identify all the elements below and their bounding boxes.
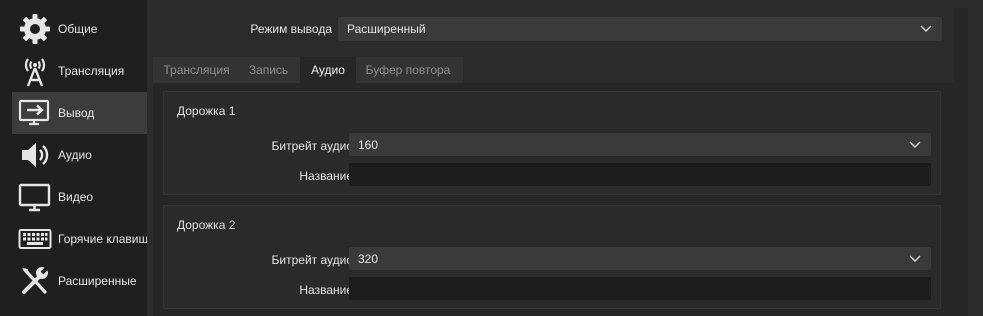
track-2-bitrate-select[interactable]: 320 bbox=[349, 247, 931, 270]
tab-stream[interactable]: Трансляция bbox=[153, 57, 240, 83]
antenna-icon bbox=[18, 54, 52, 88]
keyboard-icon bbox=[18, 222, 52, 256]
sidebar-item-general[interactable]: Общие bbox=[12, 8, 147, 50]
track-1-title: Дорожка 1 bbox=[177, 104, 236, 118]
sidebar-item-label: Вывод bbox=[58, 106, 95, 120]
output-mode-select[interactable]: Расширенный bbox=[338, 17, 942, 41]
tab-audio[interactable]: Аудио bbox=[300, 57, 356, 83]
track-2-name-input[interactable] bbox=[349, 277, 931, 300]
sidebar-item-label: Расширенные bbox=[58, 274, 137, 288]
track-2-group: Дорожка 2 Битрейт аудио 320 Название bbox=[163, 205, 941, 309]
chevron-down-icon bbox=[909, 252, 921, 266]
scrollbar-track[interactable] bbox=[954, 8, 968, 316]
tab-recording[interactable]: Запись bbox=[240, 57, 297, 83]
sidebar-item-output[interactable]: Вывод bbox=[12, 92, 147, 134]
track-1-name-input[interactable] bbox=[349, 163, 931, 186]
sidebar-item-label: Горячие клавиши bbox=[58, 232, 147, 246]
sidebar-item-video[interactable]: Видео bbox=[12, 176, 147, 218]
track-1-bitrate-value: 160 bbox=[358, 137, 379, 152]
chevron-down-icon bbox=[909, 138, 921, 152]
sidebar-item-advanced[interactable]: Расширенные bbox=[12, 260, 147, 302]
output-tabs: Трансляция Запись Аудио Буфер повтора bbox=[153, 57, 463, 83]
sidebar-item-label: Трансляция bbox=[58, 64, 125, 78]
monitor-icon bbox=[18, 180, 52, 214]
track-1-bitrate-select[interactable]: 160 bbox=[349, 133, 931, 156]
sidebar-item-label: Аудио bbox=[58, 148, 92, 162]
wrench-screwdriver-icon bbox=[18, 264, 52, 298]
sidebar-item-hotkeys[interactable]: Горячие клавиши bbox=[12, 218, 147, 260]
track-2-title: Дорожка 2 bbox=[177, 218, 236, 232]
speaker-icon bbox=[18, 138, 52, 172]
output-monitor-icon bbox=[18, 96, 52, 130]
track-2-bitrate-label: Битрейт аудио bbox=[271, 253, 353, 267]
sidebar-item-label: Общие bbox=[58, 22, 98, 36]
sidebar-item-audio[interactable]: Аудио bbox=[12, 134, 147, 176]
track-1-bitrate-label: Битрейт аудио bbox=[271, 139, 353, 153]
output-mode-value: Расширенный bbox=[347, 22, 426, 36]
audio-tab-panel: Дорожка 1 Битрейт аудио 160 Название Дор… bbox=[153, 83, 954, 316]
sidebar-item-label: Видео bbox=[58, 190, 94, 204]
track-2-name-label: Название bbox=[299, 283, 353, 297]
settings-sidebar: Общие Трансляция Вывод Аудио Видео Горяч… bbox=[0, 0, 147, 316]
track-2-bitrate-value: 320 bbox=[358, 251, 379, 266]
chevron-down-icon bbox=[920, 22, 932, 36]
track-1-group: Дорожка 1 Битрейт аудио 160 Название bbox=[163, 91, 941, 195]
sidebar-item-stream[interactable]: Трансляция bbox=[12, 50, 147, 92]
gear-icon bbox=[18, 12, 52, 46]
track-1-name-label: Название bbox=[299, 169, 353, 183]
settings-window: Общие Трансляция Вывод Аудио Видео Горяч… bbox=[0, 0, 983, 316]
output-mode-label: Режим вывода bbox=[250, 22, 332, 36]
tab-replay-buffer[interactable]: Буфер повтора bbox=[356, 57, 460, 83]
